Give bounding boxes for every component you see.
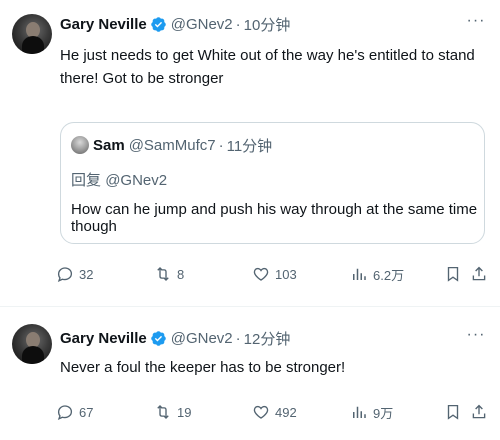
heart-icon bbox=[253, 267, 269, 281]
verified-badge-icon bbox=[150, 330, 166, 346]
retweet-count: 19 bbox=[177, 404, 192, 420]
bookmark-icon bbox=[447, 266, 459, 282]
retweet-count: 8 bbox=[177, 266, 185, 282]
more-icon[interactable]: ··· bbox=[466, 327, 486, 348]
author-handle[interactable]: @GNev2 bbox=[171, 16, 233, 33]
tweet-text: He just needs to get White out of the wa… bbox=[60, 47, 475, 87]
views-icon bbox=[353, 406, 366, 418]
reply-icon bbox=[57, 405, 73, 420]
reply-context: 回复 @GNev2 bbox=[71, 169, 167, 190]
author-handle[interactable]: @GNev2 bbox=[171, 330, 233, 347]
author-name[interactable]: Gary Neville bbox=[60, 330, 147, 347]
retweet-button[interactable]: 8 bbox=[154, 262, 184, 286]
like-button[interactable]: 492 bbox=[252, 400, 297, 424]
tweet[interactable]: Gary Neville @GNev2 · 10分钟 ··· He just n… bbox=[0, 0, 500, 306]
quote-header: Sam @SamMufc7 · 11分钟 bbox=[93, 135, 272, 155]
tweet-text: Never a foul the keeper has to be strong… bbox=[60, 359, 346, 376]
bookmark-icon bbox=[447, 404, 459, 420]
bookmark-button[interactable] bbox=[444, 262, 462, 286]
reply-mention[interactable]: @GNev2 bbox=[105, 172, 167, 189]
reply-button[interactable]: 67 bbox=[56, 400, 93, 424]
share-button[interactable] bbox=[470, 400, 488, 424]
avatar[interactable] bbox=[12, 324, 52, 364]
reply-button[interactable]: 32 bbox=[56, 262, 93, 286]
tweet-header: Gary Neville @GNev2 · 12分钟 bbox=[60, 328, 290, 348]
share-button[interactable] bbox=[470, 262, 488, 286]
like-count: 103 bbox=[275, 266, 297, 282]
views-button[interactable]: 6.2万 bbox=[350, 262, 404, 286]
share-icon bbox=[472, 266, 486, 281]
quote-text: How can he jump and push his way through… bbox=[71, 201, 478, 235]
quoted-tweet[interactable]: Sam @SamMufc7 · 11分钟 回复 @GNev2 How can h… bbox=[60, 122, 485, 244]
separator: · bbox=[235, 15, 241, 33]
quote-author-handle: @SamMufc7 bbox=[128, 136, 216, 154]
view-count: 6.2万 bbox=[373, 267, 405, 283]
separator: · bbox=[235, 329, 241, 347]
views-button[interactable]: 9万 bbox=[350, 400, 393, 424]
avatar[interactable] bbox=[12, 14, 52, 54]
author-name[interactable]: Gary Neville bbox=[60, 16, 147, 33]
reply-count: 32 bbox=[79, 266, 94, 282]
action-bar: 67 19 492 9万 bbox=[56, 400, 490, 424]
more-icon[interactable]: ··· bbox=[466, 13, 486, 34]
retweet-button[interactable]: 19 bbox=[154, 400, 191, 424]
reply-count: 67 bbox=[79, 404, 94, 420]
action-bar: 32 8 103 6.2万 bbox=[56, 262, 490, 286]
quote-author-name: Sam bbox=[93, 136, 125, 154]
heart-icon bbox=[253, 405, 269, 419]
view-count: 9万 bbox=[373, 405, 394, 421]
views-icon bbox=[353, 268, 366, 280]
timestamp[interactable]: 12分钟 bbox=[244, 328, 291, 349]
reply-icon bbox=[57, 267, 73, 282]
quote-timestamp: 11分钟 bbox=[226, 137, 273, 155]
retweet-icon bbox=[157, 405, 169, 419]
bookmark-button[interactable] bbox=[444, 400, 462, 424]
separator: · bbox=[218, 136, 224, 154]
share-icon bbox=[472, 404, 486, 419]
timestamp[interactable]: 10分钟 bbox=[244, 14, 291, 35]
quote-avatar bbox=[71, 136, 89, 154]
reply-prefix: 回复 bbox=[71, 172, 102, 189]
tweet-header: Gary Neville @GNev2 · 10分钟 bbox=[60, 14, 290, 34]
retweet-icon bbox=[157, 267, 169, 281]
verified-badge-icon bbox=[150, 16, 166, 32]
like-count: 492 bbox=[275, 404, 297, 420]
like-button[interactable]: 103 bbox=[252, 262, 297, 286]
tweet[interactable]: Gary Neville @GNev2 · 12分钟 ··· Never a f… bbox=[0, 306, 500, 440]
